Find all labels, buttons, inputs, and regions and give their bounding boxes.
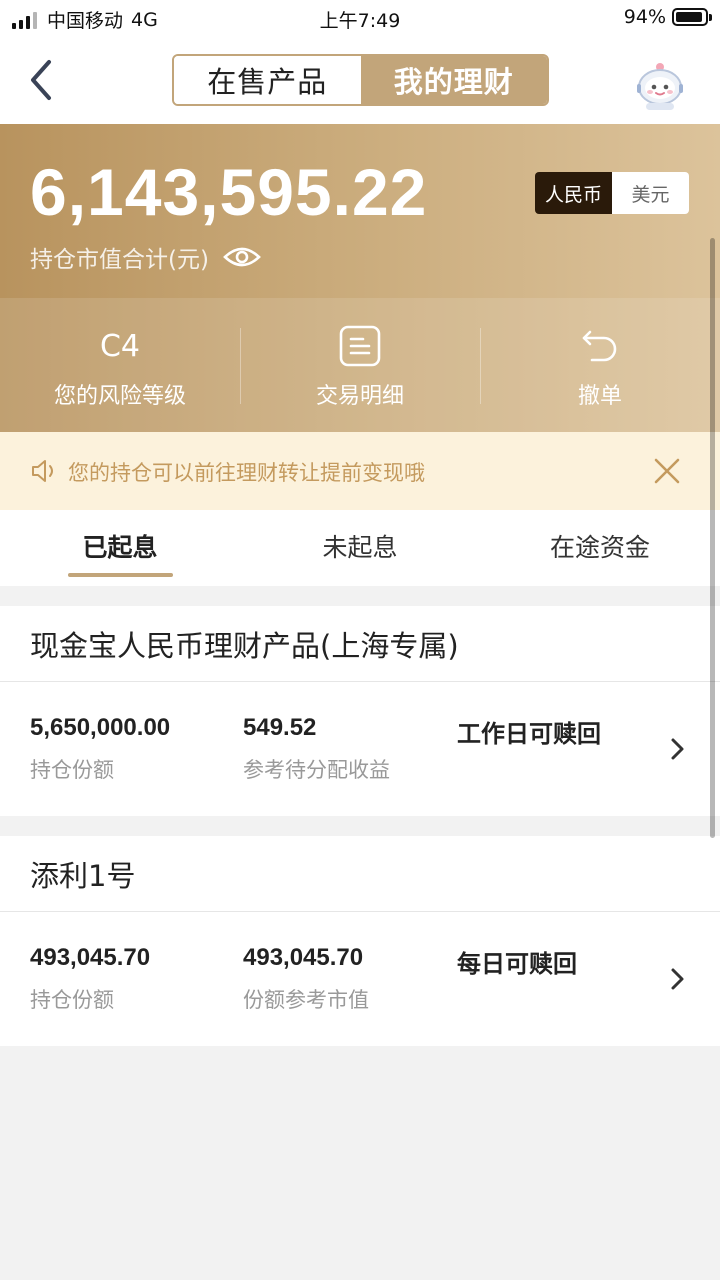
robot-assistant-icon[interactable] (632, 56, 688, 112)
transaction-details-item[interactable]: 交易明细 (240, 298, 480, 432)
document-list-icon (339, 325, 381, 367)
holding-col-redeem: 工作日可赎回 (457, 714, 601, 749)
holding-card: 现金宝人民币理财产品(上海专属) 5,650,000.00 持仓份额 549.5… (0, 606, 720, 816)
quick-actions: C4 您的风险等级 交易明细 撤单 (0, 298, 720, 432)
shares-value: 5,650,000.00 (30, 714, 171, 741)
holding-col-shares: 493,045.70 持仓份额 (30, 944, 150, 1014)
holding-col-redeem: 每日可赎回 (457, 944, 577, 979)
cancel-order-item[interactable]: 撤单 (480, 298, 720, 432)
tab-my-wealth[interactable]: 我的理财 (360, 56, 547, 104)
shares-label: 持仓份额 (30, 988, 114, 1012)
income-label: 参考待分配收益 (243, 758, 390, 782)
amount-caption: 持仓市值合计(元) (30, 247, 209, 273)
holding-col-shares: 5,650,000.00 持仓份额 (30, 714, 170, 784)
undo-icon (582, 330, 617, 362)
app-screen: 中国移动 4G 上午7:49 94% 在售产品 我的理财 6,143,595.2… (0, 0, 720, 1280)
shares-value: 493,045.70 (30, 944, 151, 971)
product-title: 添利1号 (0, 836, 720, 912)
currency-toggle: 人民币 美元 (535, 172, 689, 214)
holding-row[interactable]: 5,650,000.00 持仓份额 549.52 参考待分配收益 工作日可赎回 (0, 682, 720, 816)
status-right: 94% (623, 6, 712, 28)
product-title: 现金宝人民币理财产品(上海专属) (0, 606, 720, 682)
income-value: 549.52 (243, 714, 317, 741)
clock: 上午7:49 (319, 10, 401, 32)
holding-row[interactable]: 493,045.70 持仓份额 493,045.70 份额参考市值 每日可赎回 (0, 912, 720, 1046)
currency-cny[interactable]: 人民币 (535, 172, 612, 214)
tab-interest-started[interactable]: 已起息 (0, 510, 240, 586)
notice-banner[interactable]: 您的持仓可以前往理财转让提前变现哦 (0, 432, 720, 510)
risk-level-item[interactable]: C4 您的风险等级 (0, 298, 240, 432)
holding-status-tabs: 已起息 未起息 在途资金 (0, 510, 720, 586)
nav-bar: 在售产品 我的理财 (0, 36, 720, 124)
total-market-value: 6,143,595.22 (30, 155, 428, 229)
scrollbar[interactable] (710, 238, 715, 838)
holdings-summary: 6,143,595.22 持仓市值合计(元) 人民币 美元 C4 您的风险等级 (0, 124, 720, 432)
chevron-right-icon[interactable] (668, 964, 688, 994)
eye-icon[interactable] (223, 244, 261, 270)
notice-text: 您的持仓可以前往理财转让提前变现哦 (68, 461, 425, 485)
tab-on-sale-products[interactable]: 在售产品 (174, 56, 361, 104)
close-icon[interactable] (652, 456, 682, 486)
product-segmented-control: 在售产品 我的理财 (172, 54, 549, 106)
chevron-right-icon[interactable] (668, 734, 688, 764)
cancel-order-label: 撤单 (577, 384, 622, 409)
holding-col-income: 549.52 参考待分配收益 (243, 714, 390, 784)
risk-level-value: C4 (99, 328, 141, 364)
speaker-icon (32, 460, 53, 482)
risk-level-label: 您的风险等级 (53, 384, 186, 409)
holding-col-market-value: 493,045.70 份额参考市值 (243, 944, 369, 1014)
tab-interest-not-started[interactable]: 未起息 (240, 510, 480, 586)
redeem-rule: 每日可赎回 (457, 951, 577, 978)
chevron-left-icon[interactable] (22, 56, 62, 104)
market-value-label: 份额参考市值 (243, 988, 369, 1012)
currency-usd[interactable]: 美元 (612, 172, 689, 214)
shares-label: 持仓份额 (30, 758, 114, 782)
market-value: 493,045.70 (243, 944, 364, 971)
battery-icon (672, 8, 712, 26)
redeem-rule: 工作日可赎回 (457, 721, 601, 748)
status-bar: 中国移动 4G 上午7:49 94% (0, 0, 720, 36)
transaction-details-label: 交易明细 (315, 384, 404, 409)
total-market-value-label: 持仓市值合计(元) (30, 240, 261, 274)
holding-card: 添利1号 493,045.70 持仓份额 493,045.70 份额参考市值 每… (0, 836, 720, 1046)
tab-funds-in-transit[interactable]: 在途资金 (480, 510, 720, 586)
battery-percent: 94% (623, 6, 666, 28)
